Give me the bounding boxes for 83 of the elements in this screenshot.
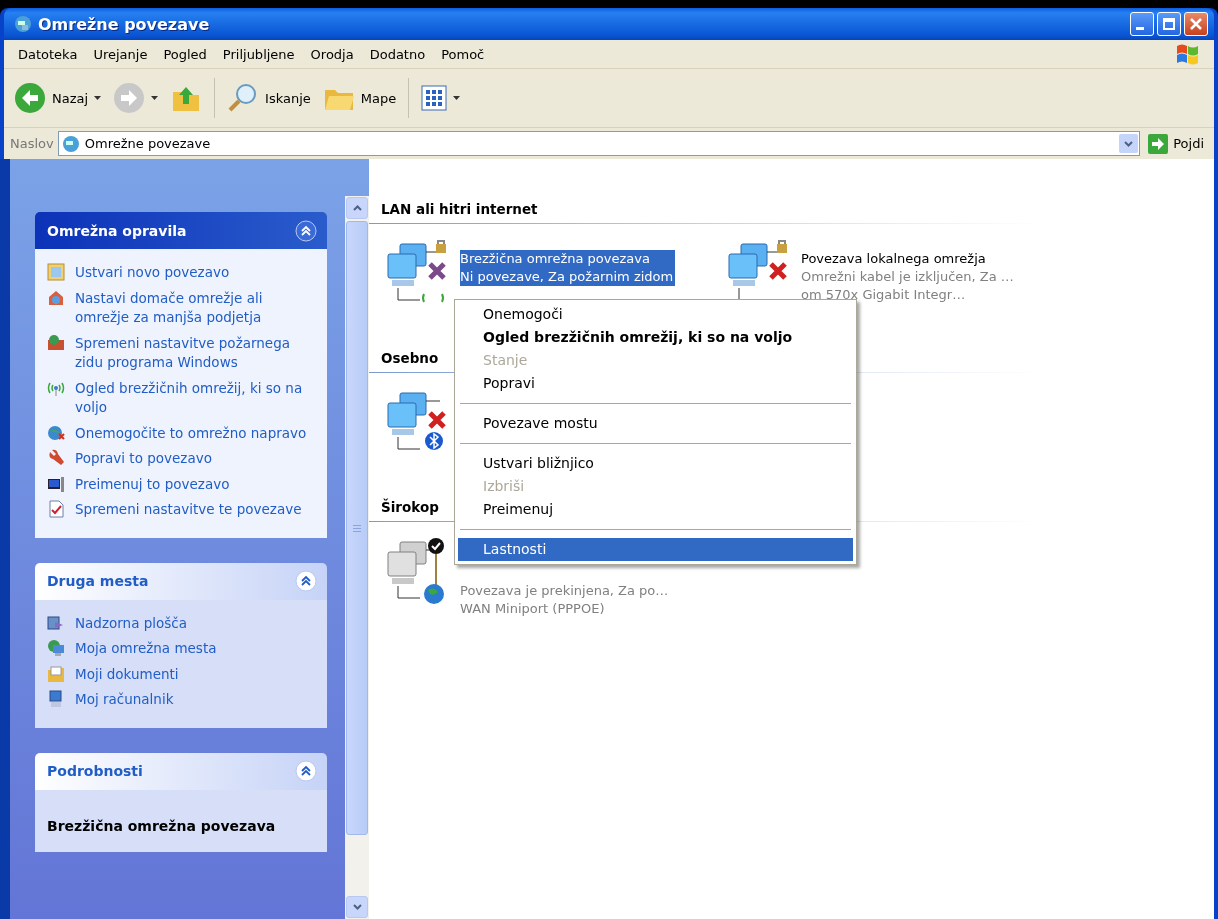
new-connection-icon <box>47 263 65 281</box>
menu-item: Izbriši <box>458 475 853 498</box>
network-icon <box>14 15 32 33</box>
menu-item[interactable]: Dodatno <box>361 43 434 65</box>
connection-status: Povezava je prekinjena, Za po… <box>460 582 670 600</box>
menu-item[interactable]: Pogled <box>155 43 215 65</box>
go-button[interactable]: Pojdi <box>1144 133 1208 154</box>
address-label: Naslov <box>10 136 54 151</box>
checklist-icon <box>47 500 65 518</box>
globe-icon <box>47 423 65 442</box>
connection-name[interactable]: Povezava lokalnega omrežja <box>801 250 1016 268</box>
chevron-down-icon <box>352 904 362 910</box>
windows-logo-icon <box>1174 42 1200 66</box>
menu-item[interactable]: Orodja <box>302 43 362 65</box>
task-link[interactable]: Nadzorna plošča <box>75 613 188 633</box>
folders-button[interactable]: Mape <box>318 79 401 117</box>
panel-header[interactable]: Podrobnosti <box>35 752 327 790</box>
home-network-icon <box>47 288 65 307</box>
maximize-button[interactable] <box>1157 12 1181 36</box>
connection-device: om 570x Gigabit Integr… <box>801 286 967 304</box>
task-link[interactable]: Onemogočite to omrežno napravo <box>75 423 307 443</box>
menu-item[interactable]: Ogled brezžičnih omrežij, ki so na voljo <box>458 326 853 349</box>
network-icon <box>61 134 80 153</box>
grip-icon <box>353 524 361 532</box>
task-link[interactable]: Spremeni nastavitve požarnega zidu programa Windows <box>75 333 319 373</box>
menu-item[interactable]: Lastnosti <box>458 538 853 561</box>
task-link[interactable]: Moj računalnik <box>75 690 174 710</box>
caret-icon[interactable] <box>453 96 461 100</box>
task-link[interactable]: Moji dokumenti <box>75 664 179 684</box>
wrench-icon <box>47 449 65 467</box>
caret-icon[interactable] <box>94 96 102 100</box>
panel-title: Omrežna opravila <box>47 222 187 239</box>
chevron-up-icon <box>352 205 362 211</box>
details-title: Brezžična omrežna povezava <box>47 816 277 834</box>
close-icon <box>1189 17 1203 31</box>
connection-device: WAN Miniport (PPPOE) <box>460 600 606 618</box>
scroll-down-button[interactable] <box>346 896 368 918</box>
scroll-up-button[interactable] <box>346 197 368 219</box>
connection-status: Omrežni kabel je izključen, Za … <box>801 268 1015 286</box>
task-link[interactable]: Moja omrežna mesta <box>75 639 217 659</box>
collapse-icon[interactable] <box>295 760 317 782</box>
task-link[interactable]: Nastavi domače omrežje ali omrežje za manjša podjetja <box>75 288 319 328</box>
panel-header[interactable]: Omrežna opravila <box>35 212 327 249</box>
maximize-icon <box>1162 17 1176 31</box>
computer-icon <box>47 690 65 708</box>
connection-name[interactable]: Brezžična omrežna povezava <box>460 250 676 268</box>
menu-item: Stanje <box>458 349 853 372</box>
scrollbar-thumb[interactable] <box>346 221 368 835</box>
network-places-icon <box>47 639 65 657</box>
chevron-down-icon <box>1124 140 1134 147</box>
menu-item[interactable]: Onemogoči <box>458 303 853 326</box>
connection-status: Ni povezave, Za požarnim zidom <box>460 268 676 286</box>
views-icon <box>421 85 448 111</box>
task-link[interactable]: Popravi to povezavo <box>75 449 212 469</box>
caret-icon[interactable] <box>151 96 159 100</box>
close-button[interactable] <box>1184 12 1208 36</box>
panel-title: Podrobnosti <box>47 763 143 779</box>
menu-item[interactable]: Datoteka <box>10 43 86 65</box>
group-header: LAN ali hitri internet <box>369 197 1043 224</box>
documents-icon <box>47 664 65 683</box>
monitor-icon <box>47 474 65 493</box>
address-field[interactable]: Omrežne povezave <box>57 131 1141 156</box>
minimize-button[interactable] <box>1130 12 1154 36</box>
menu-item[interactable]: Urejanje <box>85 43 156 65</box>
task-link[interactable]: Ustvari novo povezavo <box>75 263 230 283</box>
back-button[interactable]: Nazaj <box>10 79 106 117</box>
collapse-icon[interactable] <box>295 219 317 242</box>
menu-item[interactable]: Preimenuj <box>458 498 853 521</box>
minimize-icon <box>1136 27 1144 30</box>
collapse-icon[interactable] <box>295 570 317 592</box>
task-link[interactable]: Spremeni nastavitve te povezave <box>75 500 302 520</box>
menu-item[interactable]: Priljubljene <box>214 43 303 65</box>
dropdown-button[interactable] <box>1119 134 1139 153</box>
menu-item[interactable]: Popravi <box>458 372 853 395</box>
task-link[interactable]: Preimenuj to povezavo <box>75 474 230 494</box>
window-title: Omrežne povezave <box>38 14 211 34</box>
panel-header[interactable]: Druga mesta <box>35 562 327 600</box>
search-button[interactable]: Iskanje <box>223 79 315 117</box>
menu-item[interactable]: Ustvari bližnjico <box>458 452 853 475</box>
menu-item[interactable]: Povezave mostu <box>458 412 853 435</box>
task-link[interactable]: Ogled brezžičnih omrežij, ki so na voljo <box>75 378 319 418</box>
menu-item[interactable]: Pomoč <box>433 43 493 65</box>
panel-title: Druga mesta <box>47 573 149 589</box>
